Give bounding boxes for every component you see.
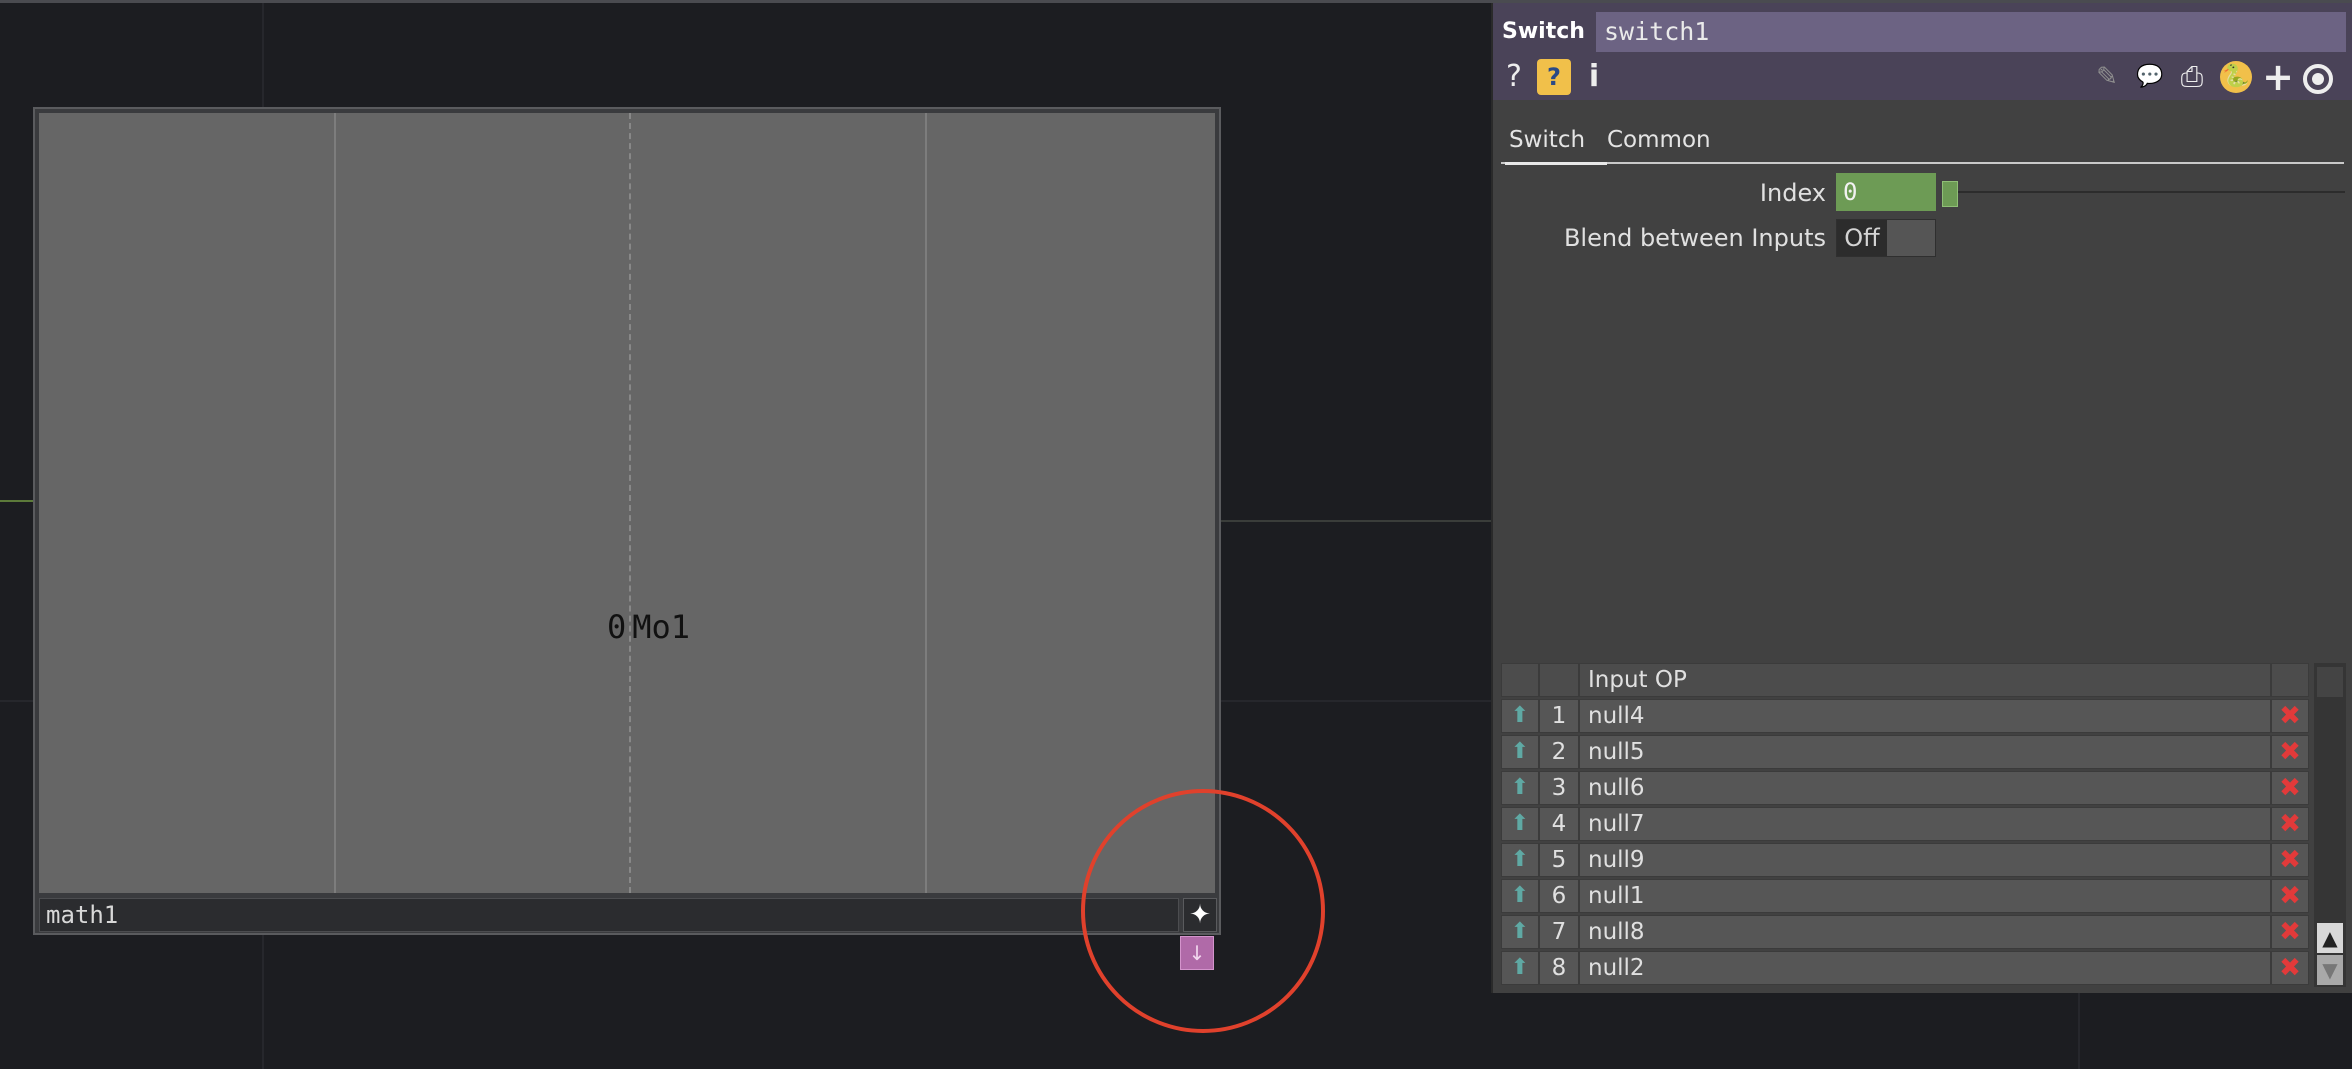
table-row[interactable]: ⬆ 7 null8 ✖ [1501, 915, 2309, 949]
input-op-header: Input OP [1579, 663, 2271, 697]
delete-row-icon[interactable]: ✖ [2271, 807, 2309, 841]
index-slider-track[interactable] [1945, 191, 2345, 193]
op-type-label: Switch [1502, 19, 1585, 44]
blend-toggle-value: Off [1837, 220, 1887, 256]
row-index: 5 [1539, 843, 1579, 877]
node-name-field[interactable]: math1 [39, 898, 1179, 932]
target-icon[interactable] [2303, 64, 2333, 94]
input-op-field[interactable]: null2 [1579, 951, 2271, 985]
input-op-field[interactable]: null5 [1579, 735, 2271, 769]
tab-common[interactable]: Common [1607, 118, 1711, 162]
blend-toggle[interactable]: Off [1836, 219, 1936, 257]
move-up-arrow-icon[interactable]: ⬆ [1501, 843, 1539, 877]
move-up-arrow-icon[interactable]: ⬆ [1501, 771, 1539, 805]
row-index: 4 [1539, 807, 1579, 841]
index-field[interactable]: 0 [1836, 173, 1936, 211]
delete-row-icon[interactable]: ✖ [2271, 843, 2309, 877]
row-index: 8 [1539, 951, 1579, 985]
math1-node[interactable]: 0 Mo1 math1 ✦ [33, 107, 1221, 935]
row-index: 7 [1539, 915, 1579, 949]
channel-value: 0 [607, 608, 627, 646]
channel-name: Mo1 [632, 608, 691, 646]
parameter-panel: Switch switch1 ? ? i ✎ 💬 ⎙ 🐍 + Switch Co… [1491, 3, 2352, 993]
input-op-field[interactable]: null6 [1579, 771, 2271, 805]
row-index: 3 [1539, 771, 1579, 805]
table-row[interactable]: ⬆ 6 null1 ✖ [1501, 879, 2309, 913]
header-blank-cell [1539, 663, 1579, 697]
scroll-up-arrow-icon[interactable]: ▲ [2317, 923, 2343, 953]
delete-row-icon[interactable]: ✖ [2271, 915, 2309, 949]
header-blank-cell [2271, 663, 2309, 697]
viewer-center-line [629, 113, 631, 893]
row-index: 2 [1539, 735, 1579, 769]
viewer-divider [925, 113, 927, 893]
table-row[interactable]: ⬆ 1 null4 ✖ [1501, 699, 2309, 733]
panel-header: Switch switch1 ? ? i ✎ 💬 ⎙ 🐍 + [1493, 3, 2352, 100]
tab-switch[interactable]: Switch [1505, 118, 1607, 165]
help-icon[interactable]: ? [1497, 59, 1531, 95]
node-wire [1221, 520, 1491, 522]
table-header-row: Input OP [1501, 663, 2309, 697]
move-up-arrow-icon[interactable]: ⬆ [1501, 699, 1539, 733]
node-wire [0, 500, 33, 502]
input-op-field[interactable]: null1 [1579, 879, 2271, 913]
highlight-circle [1081, 789, 1325, 1033]
channel-readout: 0 Mo1 [607, 608, 696, 646]
row-index: 1 [1539, 699, 1579, 733]
input-op-field[interactable]: null8 [1579, 915, 2271, 949]
input-op-field[interactable]: null9 [1579, 843, 2271, 877]
viewer-divider [334, 113, 336, 893]
move-up-arrow-icon[interactable]: ⬆ [1501, 807, 1539, 841]
blend-label: Blend between Inputs [1563, 224, 1826, 252]
param-tabs: Switch Common [1501, 118, 2344, 165]
index-label-wrap: Index [1493, 175, 1826, 211]
input-op-field[interactable]: null4 [1579, 699, 2271, 733]
delete-row-icon[interactable]: ✖ [2271, 735, 2309, 769]
move-up-arrow-icon[interactable]: ⬆ [1501, 735, 1539, 769]
scroll-down-arrow-icon[interactable]: ▼ [2317, 955, 2343, 985]
header-blank-cell [1501, 663, 1539, 697]
index-label: Index [1759, 179, 1826, 207]
delete-row-icon[interactable]: ✖ [2271, 771, 2309, 805]
index-slider-handle[interactable] [1942, 181, 1958, 207]
op-name-field[interactable]: switch1 [1596, 12, 2346, 52]
python-icon[interactable]: 🐍 [2220, 61, 2252, 93]
edit-icon[interactable]: ✎ [2090, 59, 2124, 95]
move-up-arrow-icon[interactable]: ⬆ [1501, 915, 1539, 949]
network-grid-line [2078, 993, 2080, 1069]
input-op-field[interactable]: null7 [1579, 807, 2271, 841]
info-icon[interactable]: i [1577, 59, 1611, 95]
python-help-icon[interactable]: ? [1537, 59, 1571, 95]
move-up-arrow-icon[interactable]: ⬆ [1501, 951, 1539, 985]
delete-row-icon[interactable]: ✖ [2271, 699, 2309, 733]
table-row[interactable]: ⬆ 8 null2 ✖ [1501, 951, 2309, 985]
delete-row-icon[interactable]: ✖ [2271, 951, 2309, 985]
scrollbar-thumb[interactable] [2317, 667, 2343, 697]
table-row[interactable]: ⬆ 3 null6 ✖ [1501, 771, 2309, 805]
delete-row-icon[interactable]: ✖ [2271, 879, 2309, 913]
add-icon[interactable]: + [2261, 58, 2295, 96]
table-row[interactable]: ⬆ 2 null5 ✖ [1501, 735, 2309, 769]
docked-icon[interactable]: ⎙ [2175, 59, 2209, 95]
table-row[interactable]: ⬆ 5 null9 ✖ [1501, 843, 2309, 877]
node-viewer[interactable]: 0 Mo1 [39, 113, 1215, 893]
table-row[interactable]: ⬆ 4 null7 ✖ [1501, 807, 2309, 841]
blend-label-wrap: Blend between Inputs [1493, 219, 1826, 257]
comment-icon[interactable]: 💬 [2133, 59, 2167, 95]
row-index: 6 [1539, 879, 1579, 913]
move-up-arrow-icon[interactable]: ⬆ [1501, 879, 1539, 913]
